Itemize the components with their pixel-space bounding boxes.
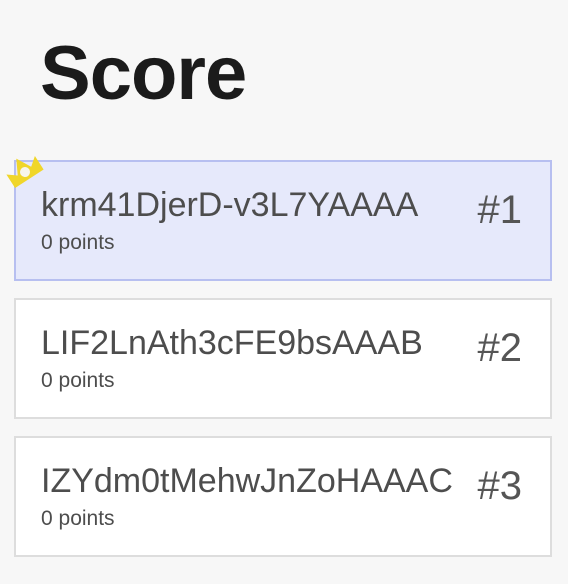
leaderboard-list: krm41DjerD-v3L7YAAAA 0 points #1 LIF2LnA… (14, 160, 552, 574)
player-points: 0 points (41, 507, 115, 530)
player-rank: #2 (477, 326, 523, 370)
crown-icon (6, 156, 44, 188)
player-name: krm41DjerD-v3L7YAAAA (41, 186, 419, 224)
player-points: 0 points (41, 369, 115, 392)
player-name: IZYdm0tMehwJnZoHAAAC (41, 462, 453, 500)
score-screen: Score krm41DjerD-v3L7YAAAA 0 points #1 L… (0, 0, 568, 584)
leaderboard-row-2: LIF2LnAth3cFE9bsAAAB 0 points #2 (14, 298, 552, 419)
leaderboard-row-1: krm41DjerD-v3L7YAAAA 0 points #1 (14, 160, 552, 281)
player-rank: #3 (477, 464, 523, 508)
player-rank: #1 (477, 188, 523, 232)
page-title: Score (40, 31, 247, 116)
leaderboard-row-3: IZYdm0tMehwJnZoHAAAC 0 points #3 (14, 436, 552, 557)
player-name: LIF2LnAth3cFE9bsAAAB (41, 324, 423, 362)
player-points: 0 points (41, 231, 115, 254)
